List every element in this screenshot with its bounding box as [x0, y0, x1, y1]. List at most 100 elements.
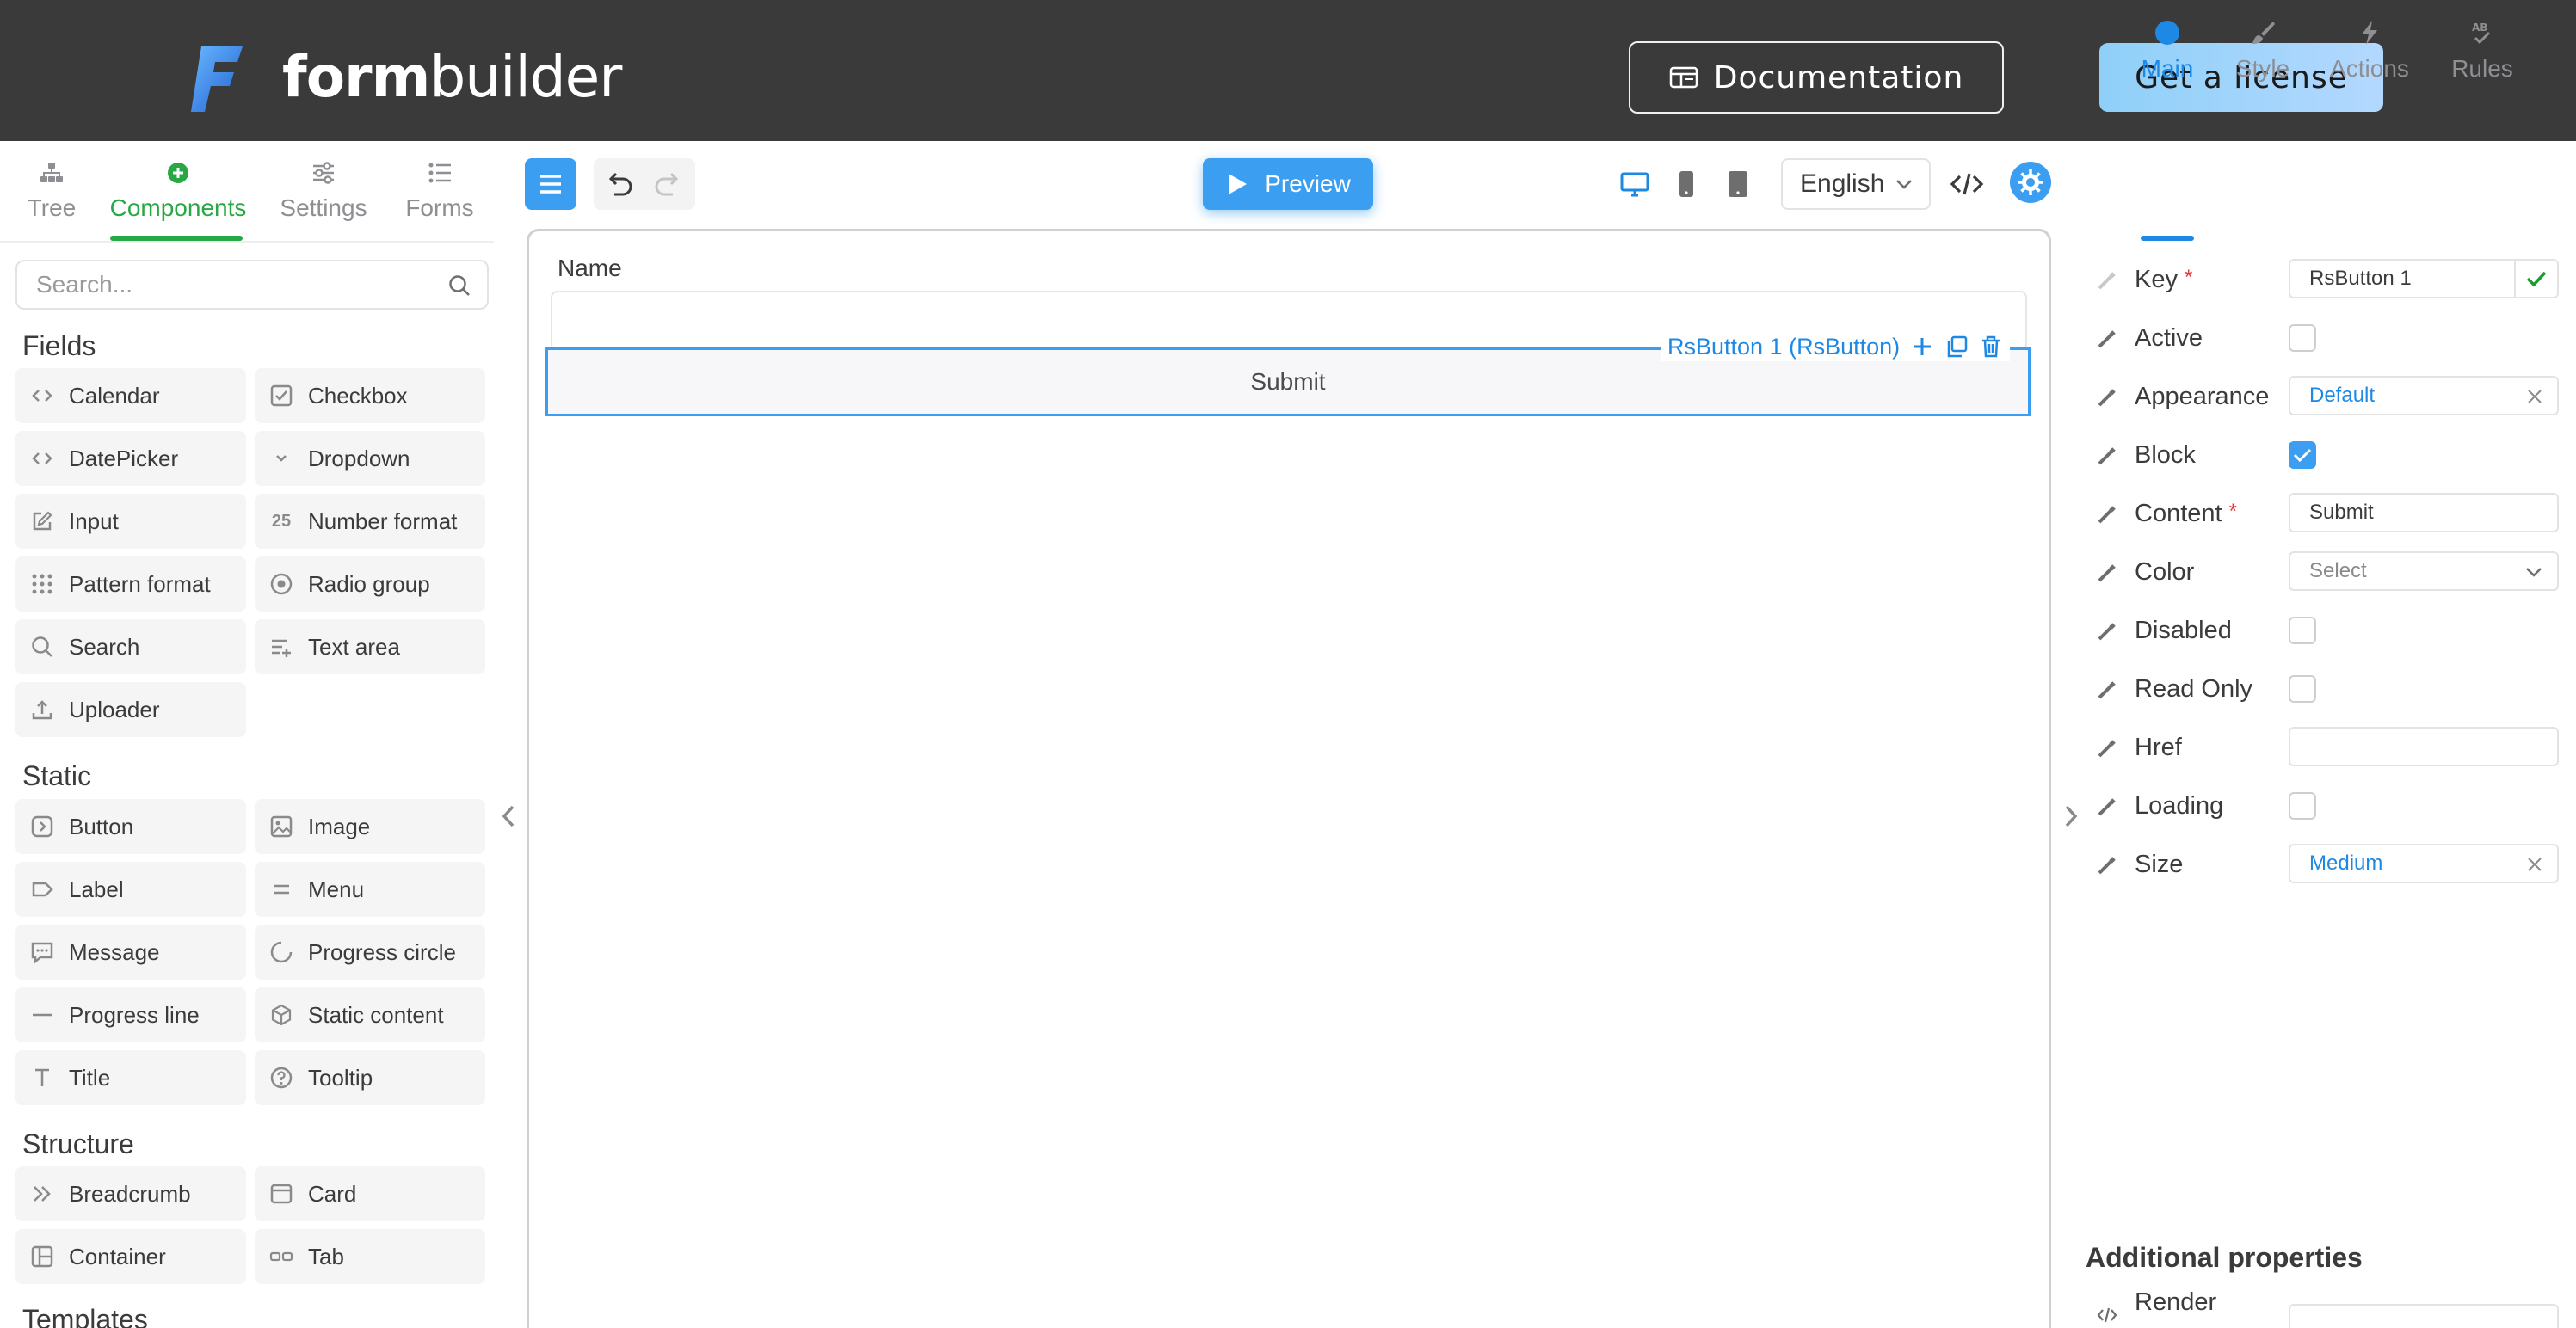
magic-wand-icon[interactable] — [2096, 737, 2118, 759]
clear-icon[interactable] — [2526, 388, 2543, 405]
magic-wand-icon[interactable] — [2096, 445, 2118, 467]
tab-components[interactable]: Components — [107, 160, 250, 222]
magic-wand-icon[interactable] — [2096, 386, 2118, 409]
plus-icon[interactable] — [1910, 335, 1934, 359]
confirm-key-button[interactable] — [2514, 261, 2557, 297]
prop-render: Render — [2096, 1287, 2561, 1328]
component-calendar[interactable]: Calendar — [15, 368, 246, 423]
component-progress-line[interactable]: Progress line — [15, 987, 246, 1042]
required-marker: * — [2229, 500, 2237, 523]
magic-wand-icon[interactable] — [2096, 796, 2118, 818]
size-select[interactable]: Medium — [2289, 844, 2559, 883]
language-select[interactable]: English — [1781, 158, 1931, 210]
component-label: Text area — [308, 634, 400, 661]
collapse-left-panel-icon[interactable] — [497, 802, 520, 831]
component-label[interactable]: Label — [15, 862, 246, 917]
magic-wand-icon[interactable] — [2096, 620, 2118, 642]
formbuilder-logo-icon[interactable] — [189, 43, 246, 115]
text-t-icon — [29, 1065, 55, 1091]
magic-wand-icon[interactable] — [2096, 328, 2118, 350]
brand-name[interactable]: formbuilder — [282, 45, 621, 110]
component-dropdown[interactable]: Dropdown — [255, 431, 485, 486]
magic-wand-icon[interactable] — [2096, 269, 2118, 292]
desktop-view-icon[interactable] — [1619, 169, 1650, 200]
component-datepicker[interactable]: DatePicker — [15, 431, 246, 486]
code-icon[interactable] — [2096, 1304, 2118, 1326]
component-container[interactable]: Container — [15, 1229, 246, 1284]
tab-style[interactable]: Style — [2228, 19, 2297, 83]
component-input[interactable]: Input — [15, 494, 246, 549]
tab-tree[interactable]: Tree — [24, 160, 79, 222]
component-label: Progress circle — [308, 939, 456, 966]
tab-actions[interactable]: Actions — [2325, 19, 2414, 83]
magic-wand-icon[interactable] — [2096, 854, 2118, 876]
component-message[interactable]: Message — [15, 925, 246, 980]
active-checkbox[interactable] — [2289, 324, 2316, 352]
documentation-button[interactable]: Documentation — [1629, 41, 2004, 114]
magic-wand-icon[interactable] — [2096, 562, 2118, 584]
component-uploader[interactable]: Uploader — [15, 682, 246, 737]
component-number-format[interactable]: 25 Number format — [255, 494, 485, 549]
component-radio-group[interactable]: Radio group — [255, 556, 485, 612]
mobile-view-icon[interactable] — [1671, 169, 1702, 200]
prop-block-label: Block — [2135, 441, 2196, 470]
href-input[interactable] — [2289, 727, 2559, 766]
gear-icon — [2015, 167, 2046, 198]
magic-wand-icon[interactable] — [2096, 503, 2118, 526]
edit-icon — [29, 508, 55, 534]
component-button[interactable]: Button — [15, 799, 246, 854]
tablet-view-icon[interactable] — [1722, 169, 1753, 200]
spellcheck-icon: AB — [2468, 19, 2496, 46]
prop-block: Block — [2096, 434, 2561, 477]
read-only-checkbox[interactable] — [2289, 675, 2316, 703]
component-card[interactable]: Card — [255, 1166, 485, 1221]
component-pattern-format[interactable]: Pattern format — [15, 556, 246, 612]
code-brackets-icon — [29, 446, 55, 471]
appearance-select[interactable]: Default — [2289, 376, 2559, 415]
component-search-input[interactable]: Search... — [15, 260, 489, 310]
component-menu[interactable]: Menu — [255, 862, 485, 917]
component-search[interactable]: Search — [15, 619, 246, 674]
component-image[interactable]: Image — [255, 799, 485, 854]
selected-component-name[interactable]: RsButton 1 (RsButton) — [1667, 334, 1900, 360]
code-view-icon[interactable] — [1948, 169, 1986, 200]
copy-icon[interactable] — [1944, 335, 1969, 359]
tab-rules[interactable]: AB Rules — [2444, 19, 2521, 83]
component-text-area[interactable]: Text area — [255, 619, 485, 674]
component-checkbox[interactable]: Checkbox — [255, 368, 485, 423]
disabled-checkbox[interactable] — [2289, 617, 2316, 644]
collapse-right-panel-icon[interactable] — [2060, 802, 2082, 831]
block-checkbox[interactable] — [2289, 441, 2316, 469]
redo-icon[interactable] — [652, 170, 683, 200]
magic-wand-icon[interactable] — [2096, 679, 2118, 701]
appearance-value: Default — [2309, 384, 2375, 408]
play-icon — [1225, 171, 1249, 197]
section-structure-title: Structure — [22, 1128, 134, 1160]
preview-button[interactable]: Preview — [1203, 158, 1373, 210]
color-select[interactable]: Select — [2289, 551, 2559, 591]
component-tooltip[interactable]: Tooltip — [255, 1050, 485, 1105]
hamburger-menu-button[interactable] — [525, 158, 576, 210]
settings-gear-button[interactable] — [2010, 162, 2051, 203]
name-field-label: Name — [558, 255, 622, 282]
prop-render-label: Render — [2135, 1288, 2216, 1317]
render-input[interactable] — [2289, 1304, 2559, 1328]
loading-checkbox[interactable] — [2289, 792, 2316, 820]
component-breadcrumb[interactable]: Breadcrumb — [15, 1166, 246, 1221]
text-add-icon — [268, 634, 294, 660]
key-input[interactable]: RsButton 1 — [2289, 259, 2559, 298]
number-icon: 25 — [268, 508, 294, 534]
undo-icon[interactable] — [604, 170, 635, 200]
tab-settings[interactable]: Settings — [277, 160, 370, 222]
component-title[interactable]: Title — [15, 1050, 246, 1105]
tab-forms[interactable]: Forms — [401, 160, 478, 222]
clear-icon[interactable] — [2526, 856, 2543, 873]
trash-icon[interactable] — [1979, 335, 2003, 359]
component-progress-circle[interactable]: Progress circle — [255, 925, 485, 980]
tab-main[interactable]: Main — [2135, 19, 2199, 83]
content-input[interactable]: Submit — [2289, 493, 2559, 532]
component-tab[interactable]: Tab — [255, 1229, 485, 1284]
checkbox-icon — [268, 383, 294, 409]
component-static-content[interactable]: Static content — [255, 987, 485, 1042]
prop-content-label: Content — [2135, 500, 2222, 527]
